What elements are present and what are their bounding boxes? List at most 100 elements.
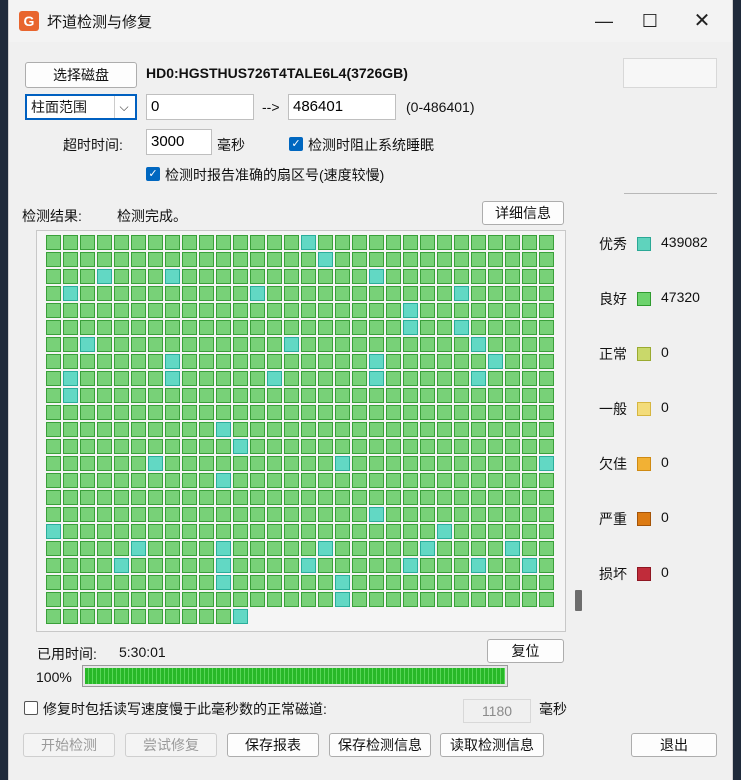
range-mode-select[interactable]: 柱面范围 ⌵	[25, 94, 137, 120]
block-good	[352, 524, 367, 539]
read-scan-info-button[interactable]: 读取检测信息	[440, 733, 544, 757]
block-excellent	[369, 354, 384, 369]
block-good	[335, 439, 350, 454]
block-good	[148, 439, 163, 454]
details-button[interactable]: 详细信息	[482, 201, 564, 225]
block-good	[488, 592, 503, 607]
legend-label: 损坏	[599, 566, 627, 582]
block-good	[182, 575, 197, 590]
block-good	[386, 388, 401, 403]
save-report-button[interactable]: 保存报表	[227, 733, 319, 757]
block-good	[131, 337, 146, 352]
timeout-input[interactable]: 3000	[146, 129, 212, 155]
block-good	[505, 388, 520, 403]
block-good	[199, 422, 214, 437]
block-good	[318, 592, 333, 607]
block-good	[233, 320, 248, 335]
timeout-label: 超时时间:	[63, 137, 123, 153]
block-good	[335, 490, 350, 505]
block-good	[165, 541, 180, 556]
block-good	[63, 439, 78, 454]
block-good	[182, 541, 197, 556]
block-good	[97, 320, 112, 335]
repair-slow-checkbox[interactable]	[24, 701, 38, 715]
minimize-button[interactable]: —	[581, 0, 627, 42]
block-good	[233, 337, 248, 352]
block-good	[335, 371, 350, 386]
block-good	[420, 473, 435, 488]
repair-slow-input[interactable]: 1180	[463, 699, 531, 723]
block-good	[46, 575, 61, 590]
block-good	[403, 405, 418, 420]
report-sector-checkbox[interactable]: ✓	[146, 167, 160, 181]
block-good	[46, 252, 61, 267]
block-good	[284, 490, 299, 505]
start-scan-button[interactable]: 开始检测	[23, 733, 115, 757]
block-good	[403, 269, 418, 284]
block-good	[199, 541, 214, 556]
block-excellent	[216, 558, 231, 573]
block-good	[301, 456, 316, 471]
legend-swatch	[637, 457, 651, 471]
block-good	[505, 337, 520, 352]
block-good	[63, 592, 78, 607]
block-excellent	[522, 558, 537, 573]
block-good	[97, 541, 112, 556]
block-good	[386, 405, 401, 420]
block-good	[63, 490, 78, 505]
block-good	[454, 439, 469, 454]
range-start-input[interactable]: 0	[146, 94, 254, 120]
reset-button[interactable]: 复位	[487, 639, 564, 663]
block-good	[420, 371, 435, 386]
block-good	[522, 592, 537, 607]
block-excellent	[97, 269, 112, 284]
block-good	[80, 354, 95, 369]
try-repair-button[interactable]: 尝试修复	[125, 733, 217, 757]
block-excellent	[403, 320, 418, 335]
block-good	[454, 541, 469, 556]
window-title: 坏道检测与修复	[47, 14, 153, 31]
scan-map-scrollbar[interactable]	[575, 590, 582, 611]
block-good	[165, 286, 180, 301]
block-good	[165, 337, 180, 352]
block-good	[522, 439, 537, 454]
block-good	[488, 456, 503, 471]
select-disk-button[interactable]: 选择磁盘	[25, 62, 137, 88]
block-good	[250, 422, 265, 437]
prevent-sleep-checkbox[interactable]: ✓	[289, 137, 303, 151]
legend-swatch	[637, 237, 651, 251]
save-scan-info-button[interactable]: 保存检测信息	[329, 733, 431, 757]
block-good	[471, 439, 486, 454]
block-good	[505, 252, 520, 267]
block-good	[437, 303, 452, 318]
exit-button[interactable]: 退出	[631, 733, 717, 757]
block-good	[148, 235, 163, 250]
block-good	[488, 371, 503, 386]
block-good	[199, 371, 214, 386]
block-good	[80, 456, 95, 471]
range-end-input[interactable]: 486401	[288, 94, 396, 120]
block-good	[131, 320, 146, 335]
block-good	[80, 388, 95, 403]
block-good	[233, 235, 248, 250]
block-good	[80, 541, 95, 556]
block-excellent	[165, 354, 180, 369]
block-good	[267, 388, 282, 403]
block-good	[369, 439, 384, 454]
block-good	[369, 558, 384, 573]
close-button[interactable]: ✕	[679, 0, 725, 42]
maximize-button[interactable]: ☐	[627, 0, 673, 42]
block-good	[148, 388, 163, 403]
block-good	[488, 422, 503, 437]
block-good	[97, 609, 112, 624]
block-good	[301, 575, 316, 590]
block-good	[369, 456, 384, 471]
block-good	[386, 252, 401, 267]
block-good	[182, 524, 197, 539]
block-good	[403, 354, 418, 369]
block-good	[267, 575, 282, 590]
block-good	[182, 371, 197, 386]
block-good	[386, 286, 401, 301]
block-excellent	[454, 320, 469, 335]
block-good	[403, 252, 418, 267]
